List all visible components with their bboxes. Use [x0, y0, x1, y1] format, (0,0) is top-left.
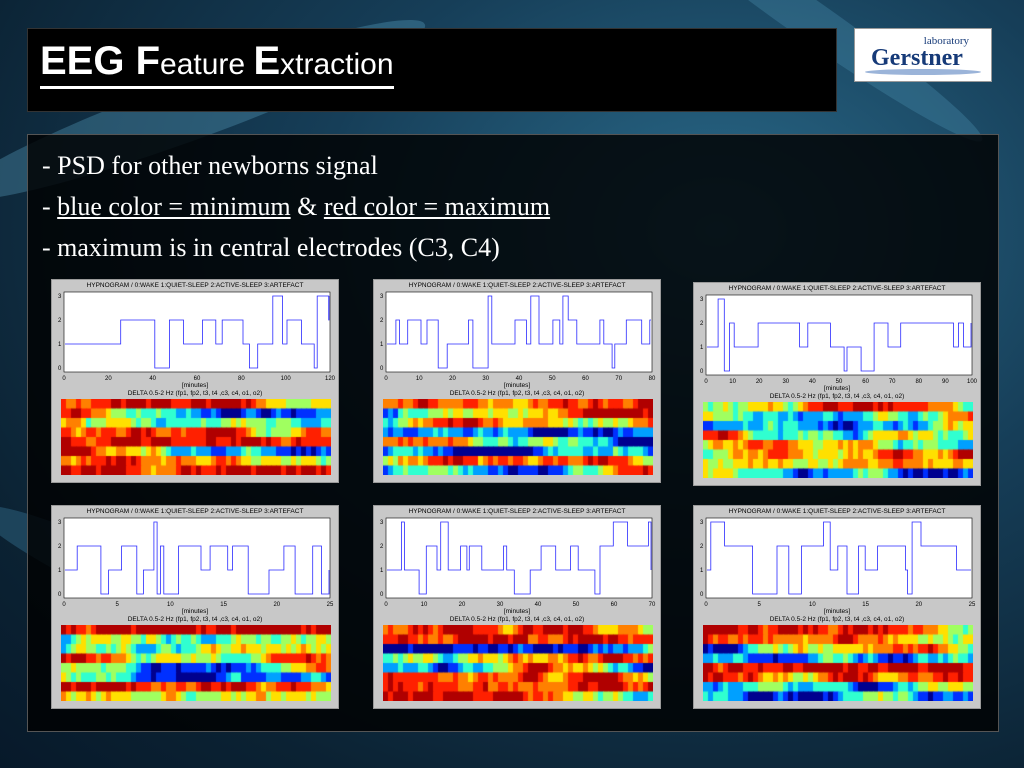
eeg-figure-panel: HYPNOGRAM / 0:WAKE 1:QUIET-SLEEP 2:ACTIV… [373, 505, 661, 709]
y-tick-label: 1 [700, 345, 704, 351]
psd-heatmap [383, 399, 653, 475]
red-max-text: red color = maximum [323, 192, 551, 221]
x-axis-label: [minutes] [181, 382, 209, 389]
logo-swoosh [865, 69, 981, 75]
y-tick-label: 1 [380, 568, 384, 574]
y-tick-label: 1 [58, 342, 62, 348]
eeg-figure-panel: HYPNOGRAM / 0:WAKE 1:QUIET-SLEEP 2:ACTIV… [373, 279, 661, 483]
bullet-prefix: - [42, 192, 58, 221]
eeg-figure-panel: HYPNOGRAM / 0:WAKE 1:QUIET-SLEEP 2:ACTIV… [51, 279, 339, 483]
heatmap-canvas [61, 399, 331, 475]
heatmap-canvas [383, 625, 653, 701]
y-tick-label: 0 [58, 366, 62, 372]
bullet-item: - blue color = minimum & red color = max… [42, 186, 550, 227]
eeg-figure-panel: HYPNOGRAM / 0:WAKE 1:QUIET-SLEEP 2:ACTIV… [693, 282, 981, 486]
hypnogram-plot: 01230 10 20 30 40 50 60 70 80 90 100 [700, 294, 978, 385]
delta-title: DELTA 0.5-2 Hz (fp1, fp2, t3, t4 ,c3, c4… [127, 390, 263, 397]
psd-heatmap [383, 625, 653, 701]
y-tick-label: 2 [58, 544, 62, 550]
y-tick-label: 1 [700, 568, 704, 574]
y-tick-label: 0 [380, 592, 384, 598]
ampersand: & [290, 192, 324, 221]
y-tick-label: 1 [58, 568, 62, 574]
y-tick-label: 3 [58, 294, 62, 300]
delta-title: DELTA 0.5-2 Hz (fp1, fp2, t3, t4 ,c3, c4… [449, 616, 585, 623]
psd-heatmap [61, 625, 331, 701]
plot-area [63, 291, 331, 373]
y-tick-label: 2 [700, 321, 704, 327]
plot-area [385, 517, 653, 599]
heatmap-canvas [61, 625, 331, 701]
bullet-item: - maximum is in central electrodes (C3, … [42, 233, 500, 262]
bullet-list: - PSD for other newborns signal - blue c… [42, 145, 550, 268]
y-tick-label: 2 [380, 318, 384, 324]
y-tick-label: 3 [380, 294, 384, 300]
heatmap-canvas [383, 399, 653, 475]
slide-title: EEG Feature Extraction [40, 39, 394, 89]
x-axis-label: [minutes] [181, 608, 209, 615]
title-bar: EEG Feature Extraction [27, 28, 837, 112]
y-tick-label: 2 [58, 318, 62, 324]
y-tick-label: 2 [700, 544, 704, 550]
title-text: xtraction [280, 48, 394, 81]
title-text: EEG F [40, 39, 161, 83]
hypnogram-plot: 01230 10 20 30 40 50 60 70 [380, 517, 656, 608]
logo-text: Gerstner [871, 45, 963, 71]
x-axis-label: [minutes] [503, 608, 531, 615]
y-tick-label: 0 [700, 369, 704, 375]
psd-heatmap [61, 399, 331, 475]
lab-logo: laboratory Gerstner [854, 28, 992, 82]
plot-area [705, 517, 973, 599]
y-tick-label: 3 [700, 520, 704, 526]
y-tick-label: 1 [380, 342, 384, 348]
plot-area [63, 517, 331, 599]
hypnogram-plot: 01230 5 10 15 20 25 [58, 517, 334, 608]
y-tick-label: 0 [58, 592, 62, 598]
eeg-figure-panel: HYPNOGRAM / 0:WAKE 1:QUIET-SLEEP 2:ACTIV… [693, 505, 981, 709]
y-tick-label: 2 [380, 544, 384, 550]
psd-heatmap [703, 625, 973, 701]
delta-title: DELTA 0.5-2 Hz (fp1, fp2, t3, t4 ,c3, c4… [449, 390, 585, 397]
hypnogram-plot: 01230 10 20 30 40 50 60 70 80 [380, 291, 656, 382]
heatmap-canvas [703, 402, 973, 478]
hypnogram-plot: 01230 20 40 60 80 100 120 [58, 291, 336, 382]
title-text: E [253, 39, 281, 83]
x-axis-label: [minutes] [503, 382, 531, 389]
hypnogram-plot: 01230 5 10 15 20 25 [700, 517, 976, 608]
delta-title: DELTA 0.5-2 Hz (fp1, fp2, t3, t4 ,c3, c4… [127, 616, 263, 623]
eeg-figure-panel: HYPNOGRAM / 0:WAKE 1:QUIET-SLEEP 2:ACTIV… [51, 505, 339, 709]
title-text: eature [160, 48, 254, 81]
psd-heatmap [703, 402, 973, 478]
plot-area [705, 294, 973, 376]
x-axis-label: [minutes] [823, 608, 851, 615]
bullet-item: - PSD for other newborns signal [42, 151, 378, 180]
y-tick-label: 3 [700, 297, 704, 303]
delta-title: DELTA 0.5-2 Hz (fp1, fp2, t3, t4 ,c3, c4… [769, 393, 905, 400]
y-tick-label: 0 [380, 366, 384, 372]
y-tick-label: 0 [700, 592, 704, 598]
x-axis-label: [minutes] [823, 385, 851, 392]
delta-title: DELTA 0.5-2 Hz (fp1, fp2, t3, t4 ,c3, c4… [769, 616, 905, 623]
y-tick-label: 3 [380, 520, 384, 526]
heatmap-canvas [703, 625, 973, 701]
y-tick-label: 3 [58, 520, 62, 526]
blue-min-text: blue color = minimum [57, 192, 291, 221]
